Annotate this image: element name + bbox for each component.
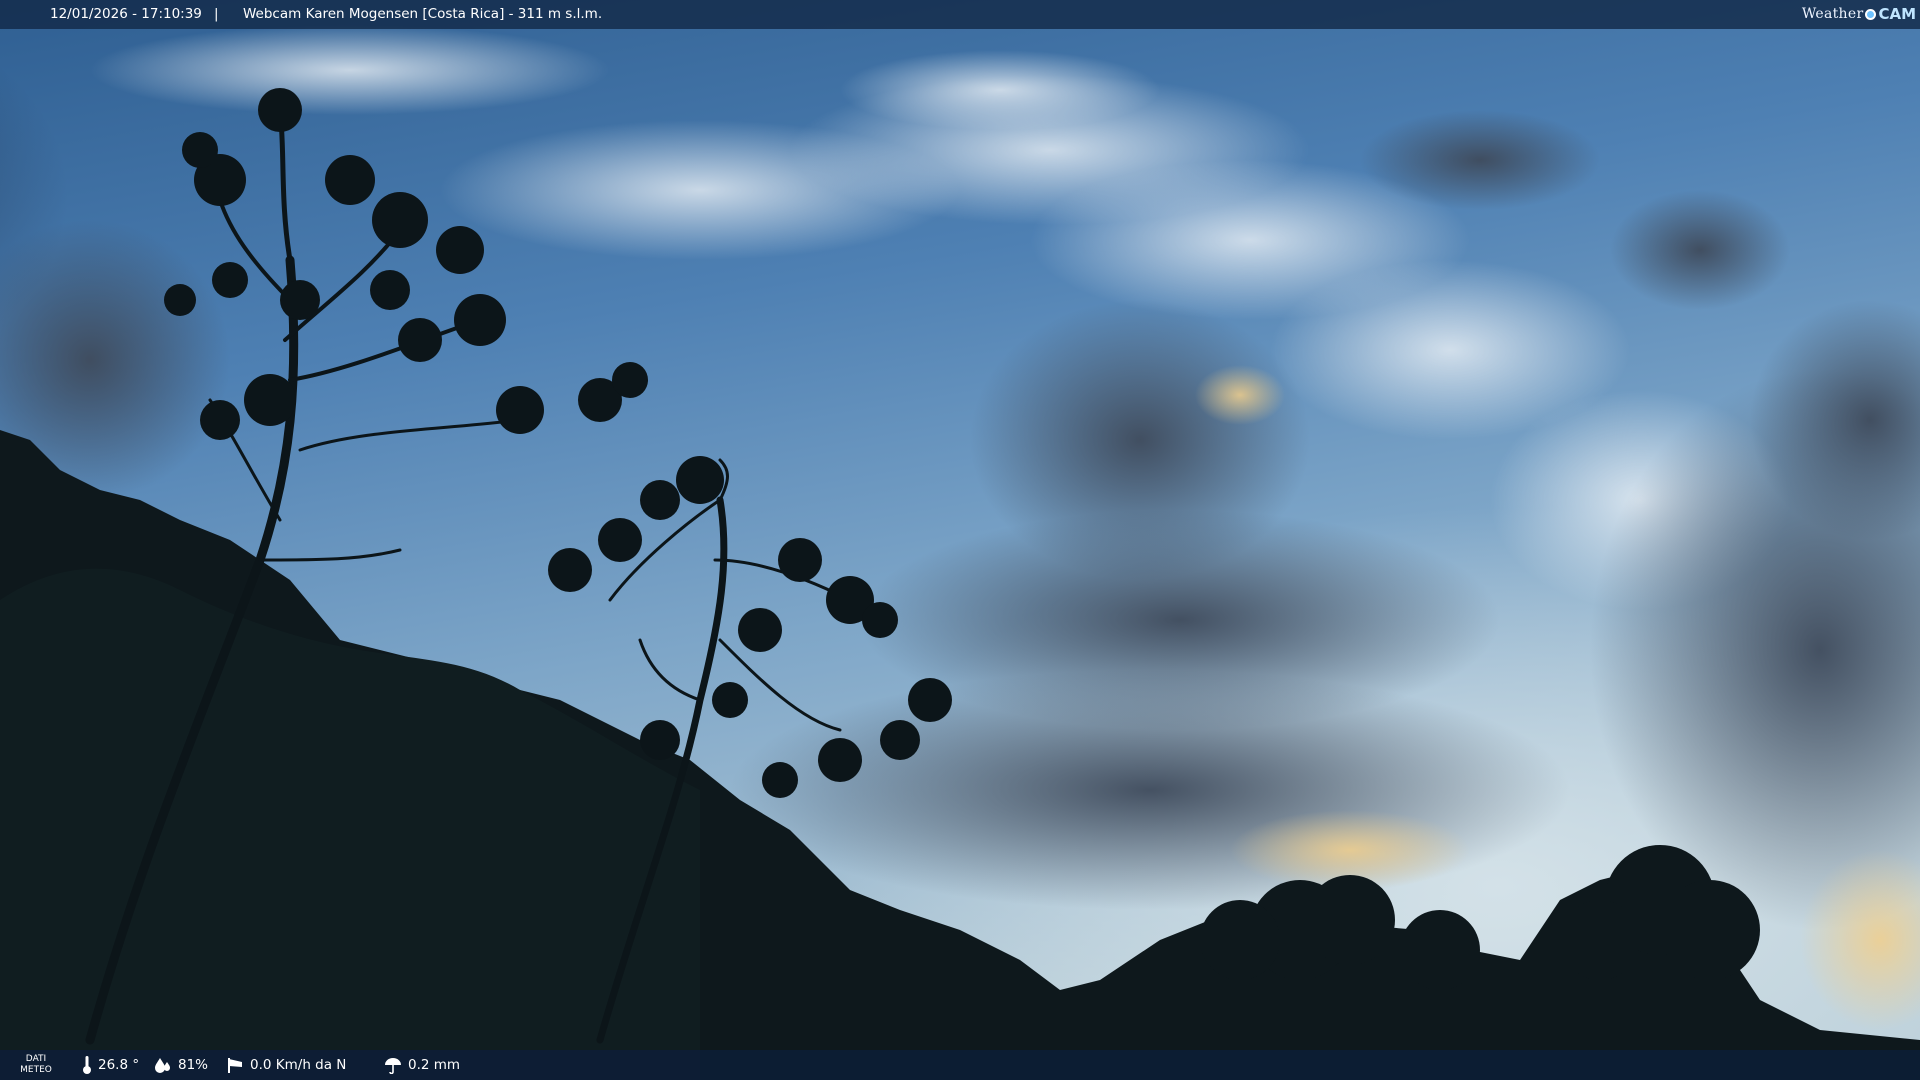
temperature-value: 26.8 ° — [98, 1057, 140, 1073]
weather-panel-label: DATI METEO — [16, 1054, 56, 1076]
humidity-value: 81% — [178, 1057, 209, 1073]
webcam-scene — [0, 0, 1920, 1080]
weather-panel-label-top: DATI — [25, 1054, 47, 1064]
weather-data-bar: DATI METEO 26.8 ° 81% 0.0 Km/h da N 0.2 … — [0, 1050, 1920, 1080]
title-location: Karen Mogensen [Costa Rica] — [305, 6, 505, 22]
wind-reading: 0.0 Km/h da N — [226, 1050, 346, 1080]
title-altitude: - 311 m s.l.m. — [504, 6, 603, 22]
rain-umbrella-icon — [384, 1056, 402, 1074]
humidity-drops-icon — [154, 1056, 172, 1074]
datetime-label: 12/01/2026 - 17:10:39 — [50, 6, 202, 22]
thermometer-icon — [82, 1055, 92, 1075]
logo-cam-text: CAM — [1878, 5, 1916, 23]
webcam-title: Webcam Karen Mogensen [Costa Rica] - 311… — [243, 0, 602, 29]
temperature-reading: 26.8 ° — [82, 1050, 139, 1080]
wind-value: 0.0 Km/h da N — [250, 1057, 347, 1073]
rain-reading: 0.2 mm — [384, 1050, 460, 1080]
windsock-icon — [226, 1056, 244, 1074]
weathercam-logo-icon — [1865, 9, 1877, 20]
title-prefix: Webcam — [243, 6, 306, 22]
rain-value: 0.2 mm — [408, 1057, 461, 1073]
weather-panel-label-bottom: METEO — [20, 1065, 52, 1075]
top-info-bar: 12/01/2026 - 17:10:39 | Webcam Karen Mog… — [0, 0, 1920, 29]
logo-weather-text: Weather — [1801, 6, 1864, 22]
weathercam-logo[interactable]: Weather CAM — [1802, 0, 1916, 29]
humidity-reading: 81% — [154, 1050, 208, 1080]
separator: | — [214, 6, 219, 22]
